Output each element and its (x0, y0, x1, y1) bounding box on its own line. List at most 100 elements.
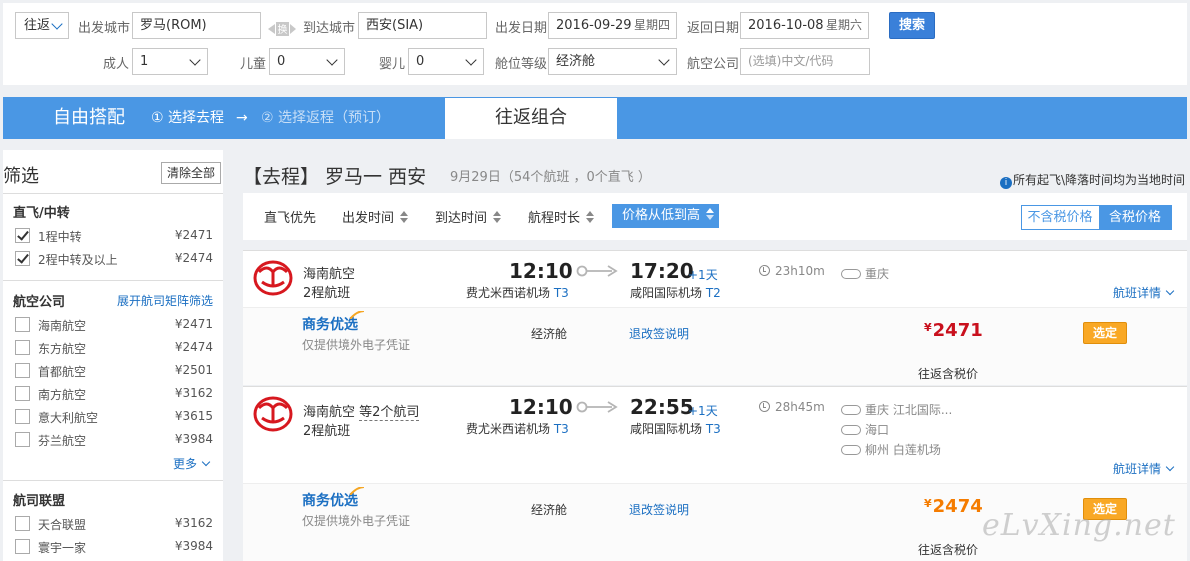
toggle-incl-tax[interactable]: 含税价格 (1099, 206, 1171, 229)
sort-arrows-icon (586, 211, 595, 223)
airline-input[interactable]: (选填)中文/代码 (740, 48, 870, 75)
filter-alliance-item[interactable]: 寰宇一家 ¥3984 (15, 538, 213, 556)
arrive-airport-name: 咸阳国际机场 (630, 422, 703, 436)
depart-weekday: 星期四 (633, 18, 670, 32)
adult-select[interactable]: 1 (132, 48, 208, 75)
fare-row: 商务优选 仅提供境外电子凭证 经济舱 退改签说明 ¥2471 选定 往返含税价 (243, 307, 1187, 385)
chevron-down-icon (189, 54, 201, 66)
airline-label: 航空公司 (687, 57, 740, 72)
filter-title: 筛选 (3, 166, 39, 187)
filter-transfer-1[interactable]: 1程中转 ¥2471 (15, 227, 213, 245)
search-button[interactable]: 搜索 (889, 12, 935, 39)
filter-item-price: ¥3162 (174, 516, 213, 530)
depart-airport: 费尤米西诺机场 T3 (466, 420, 569, 437)
filter-item-price: ¥3162 (174, 386, 213, 400)
chevron-down-icon (658, 54, 670, 66)
clear-all-button[interactable]: 清除全部 (161, 162, 221, 184)
refund-policy-link[interactable]: 退改签说明 (629, 325, 689, 342)
sort-arrive-time[interactable]: 到达时间 (435, 207, 502, 226)
arrive-airport: 咸阳国际机场 T3 (630, 420, 721, 437)
refund-policy-link[interactable]: 退改签说明 (629, 501, 689, 518)
filter-item-price: ¥2471 (174, 228, 213, 242)
child-select[interactable]: 0 (269, 48, 345, 75)
cabin-class: 经济舱 (531, 503, 568, 517)
sort-arrows-icon (493, 211, 502, 223)
filter-section-transfer: 直飞/中转 (13, 206, 70, 221)
arrive-time: 22:55 (630, 395, 694, 419)
more-label: 更多 (173, 457, 198, 471)
checkbox-icon[interactable] (15, 409, 30, 424)
filter-airline-item[interactable]: 意大利航空 ¥3615 (15, 408, 213, 426)
sort-label: 价格从低到高 (622, 208, 701, 223)
child-value: 0 (277, 54, 286, 69)
checkbox-icon[interactable] (15, 228, 30, 243)
sort-price-low-high[interactable]: 价格从低到高 (612, 204, 719, 228)
currency-symbol: ¥ (924, 321, 932, 334)
checkbox-icon[interactable] (15, 386, 30, 401)
hainan-airlines-logo-icon (253, 260, 293, 296)
stopover-city: 海口 (865, 423, 890, 437)
tab-round-trip-combo[interactable]: 往返组合 (444, 97, 618, 139)
brand-spark-icon (350, 311, 364, 319)
tax-note: 往返含税价 (918, 543, 979, 557)
flight-details-link[interactable]: 航班详情 (1112, 284, 1175, 301)
depart-city-input[interactable]: 罗马(ROM) (132, 12, 261, 39)
checkbox-icon[interactable] (15, 317, 30, 332)
filter-item-price: ¥2474 (174, 340, 213, 354)
flight-card: 海南航空 2程航班 12:10 费尤米西诺机场 T3 17:20 +1天 咸阳国… (243, 250, 1187, 385)
brand-spark-icon (350, 487, 364, 495)
price-value: 2471 (932, 320, 983, 341)
route-title: 【去程】 罗马一 西安 (243, 166, 427, 188)
checkbox-icon[interactable] (15, 539, 30, 554)
depart-airport: 费尤米西诺机场 T3 (466, 284, 569, 301)
details-label: 航班详情 (1112, 462, 1161, 476)
step-select-return: ② 选择返程（预订） (261, 110, 391, 126)
plus-day: +1天 (688, 268, 718, 282)
filter-alliance-item[interactable]: 天合联盟 ¥3162 (15, 515, 213, 533)
filter-airline-item[interactable]: 东方航空 ¥2474 (15, 339, 213, 357)
currency-symbol: ¥ (924, 497, 932, 510)
arrive-airport-name: 咸阳国际机场 (630, 286, 703, 300)
depart-date-input[interactable]: 2016-09-29 星期四 (548, 12, 677, 39)
checkbox-icon[interactable] (15, 251, 30, 266)
stopover: 重庆 江北国际... (841, 401, 952, 418)
cabin-label: 舱位等级 (495, 57, 548, 72)
filter-item-price: ¥3615 (174, 409, 213, 423)
more-airlines-link[interactable]: 更多 (173, 455, 211, 472)
filter-transfer-2plus[interactable]: 2程中转及以上 ¥2474 (15, 250, 213, 268)
sort-duration[interactable]: 航程时长 (528, 207, 595, 226)
fare-price: ¥2471 (924, 320, 983, 341)
airline-more[interactable]: 等2个航司 (359, 405, 420, 421)
checkbox-icon[interactable] (15, 340, 30, 355)
arrive-city-input[interactable]: 西安(SIA) (358, 12, 487, 39)
filter-airline-item[interactable]: 首都航空 ¥2501 (15, 362, 213, 380)
stopover-icon (841, 405, 861, 415)
details-label: 航班详情 (1112, 286, 1161, 300)
timezone-note-text: 所有起飞\降落时间均为当地时间 (1012, 173, 1185, 187)
checkbox-icon[interactable] (15, 363, 30, 378)
brand-text: 商务优选 (302, 317, 358, 333)
checkbox-icon[interactable] (15, 432, 30, 447)
airline-name-text: 海南航空 (303, 267, 356, 282)
expand-airline-matrix-link[interactable]: 展开航司矩阵筛选 (117, 292, 213, 309)
filter-airline-item[interactable]: 南方航空 ¥3162 (15, 385, 213, 403)
infant-select[interactable]: 0 (408, 48, 484, 75)
brand-sub: 仅提供境外电子凭证 (302, 338, 411, 352)
select-button[interactable]: 选定 (1083, 322, 1127, 344)
sort-label: 航程时长 (528, 211, 581, 226)
brand-sub: 仅提供境外电子凭证 (302, 514, 411, 528)
toggle-excl-tax[interactable]: 不含税价格 (1022, 206, 1098, 229)
return-date-input[interactable]: 2016-10-08 星期六 (740, 12, 869, 39)
flight-details-link[interactable]: 航班详情 (1112, 460, 1175, 477)
trip-type-select[interactable]: 往返 (15, 12, 69, 39)
sort-depart-time[interactable]: 出发时间 (342, 207, 409, 226)
tab-free-combo[interactable]: 自由搭配 (53, 97, 125, 139)
swap-icon[interactable]: 换 (267, 22, 297, 36)
filter-airline-item[interactable]: 芬兰航空 ¥3984 (15, 431, 213, 449)
sort-direct-first[interactable]: 直飞优先 (264, 207, 316, 226)
cabin-select[interactable]: 经济舱 (548, 48, 677, 75)
checkbox-icon[interactable] (15, 516, 30, 531)
filter-airline-item[interactable]: 海南航空 ¥2471 (15, 316, 213, 334)
chevron-down-icon (1165, 286, 1175, 296)
search-panel: 往返 出发城市 罗马(ROM) 换 到达城市 西安(SIA) 出发日期 2016… (3, 3, 1187, 85)
